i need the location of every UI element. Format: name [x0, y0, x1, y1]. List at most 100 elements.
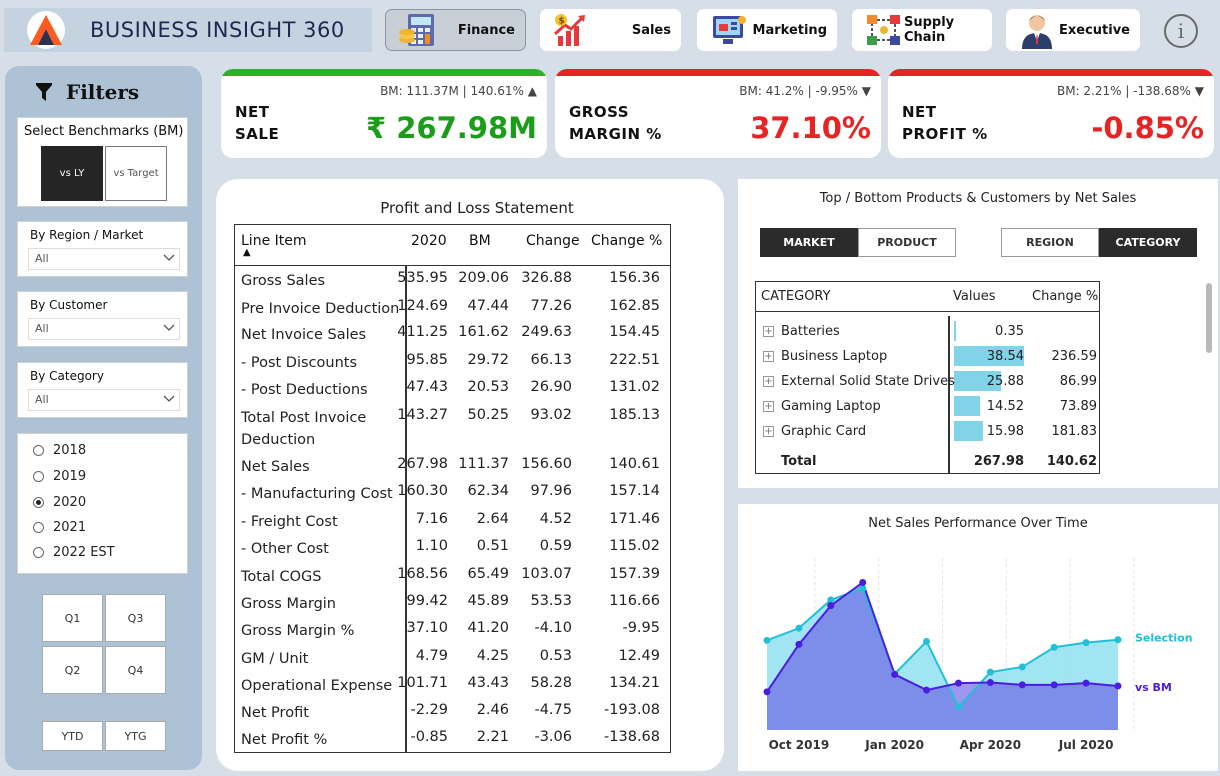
pl-cell: 111.37: [458, 456, 509, 472]
legend-vs-bm: vs BM: [1135, 681, 1172, 694]
year-option-2022-est[interactable]: 2022 EST: [33, 545, 115, 560]
info-icon[interactable]: i: [1164, 14, 1198, 48]
vs-bm-point: [795, 640, 803, 648]
chevron-down-icon: [163, 324, 175, 331]
matrix-total-value: 267.98: [973, 454, 1024, 469]
pl-cell: 77.26: [530, 298, 572, 314]
pl-cell: 267.98: [397, 456, 448, 472]
selection-point: [763, 636, 771, 644]
quarter-q1-button[interactable]: Q1: [42, 594, 103, 642]
ytd-button[interactable]: YTD: [42, 721, 103, 751]
pl-cell: 58.28: [530, 675, 572, 691]
kpi-accent-bar: [555, 69, 881, 76]
year-option-2020[interactable]: 2020: [33, 495, 86, 510]
expand-icon[interactable]: +: [763, 426, 774, 437]
radio-button: [33, 522, 44, 533]
divider: [756, 311, 1099, 312]
matrix-value: 15.98: [986, 424, 1024, 439]
matrix-scrollbar[interactable]: [1206, 283, 1212, 353]
pl-cell: -4.10: [534, 620, 572, 636]
quarter-q4-button[interactable]: Q4: [105, 646, 166, 694]
tab-supply-chain[interactable]: Supply Chain: [852, 9, 992, 51]
kpi-gross-margin-card: GROSS MARGIN % BM: 41.2% | -9.95% ▼ 37.10…: [555, 69, 881, 158]
quarter-q3-button[interactable]: Q3: [105, 594, 166, 642]
pl-cell: -2.29: [410, 702, 448, 718]
funnel-icon: [36, 83, 52, 101]
pl-cell: 103.07: [521, 566, 572, 582]
pl-cell: 4.25: [476, 648, 509, 664]
pl-cell: 326.88: [521, 270, 572, 286]
selection-point: [795, 624, 803, 632]
expand-icon[interactable]: +: [763, 326, 774, 337]
pl-header-change[interactable]: Change: [526, 233, 580, 249]
kpi-value: 37.10%: [750, 111, 871, 145]
chart-title: Net Sales Performance Over Time: [868, 516, 1088, 531]
year-option-2018[interactable]: 2018: [33, 443, 86, 458]
pl-cell: 12.49: [618, 648, 660, 664]
pl-cell: -4.75: [534, 702, 572, 718]
toggle-product[interactable]: PRODUCT: [858, 228, 956, 257]
selection-point: [986, 668, 994, 676]
matrix-header-change[interactable]: Change %: [1032, 289, 1098, 304]
vs-bm-point: [1050, 681, 1058, 689]
benchmark-vs-ly-button[interactable]: vs LY: [41, 146, 103, 201]
pl-line-item: Total Post Invoice Deduction: [241, 410, 367, 448]
svg-text:$: $: [559, 17, 565, 27]
matrix-value: 25.88: [986, 374, 1024, 389]
pl-cell: 26.90: [530, 379, 572, 395]
customer-dropdown[interactable]: All: [28, 318, 180, 340]
benchmark-vs-target-button[interactable]: vs Target: [105, 146, 167, 201]
region-market-dropdown[interactable]: All: [28, 248, 180, 270]
pl-cell: 116.66: [609, 593, 660, 609]
sort-ascending-icon: ▲: [243, 247, 251, 258]
vs-bm-point: [827, 602, 835, 610]
pl-header-year[interactable]: 2020: [411, 233, 447, 249]
matrix-header-values[interactable]: Values: [953, 289, 995, 304]
region-market-filter: By Region / Market All: [17, 221, 188, 277]
year-selector: 2018 2019 2020 2021 2022 EST: [17, 433, 188, 574]
pl-cell: -0.85: [410, 729, 448, 745]
divider: [948, 316, 950, 473]
matrix-category-name: Gaming Laptop: [781, 399, 881, 414]
year-option-2021[interactable]: 2021: [33, 520, 86, 535]
pl-cell: 157.39: [609, 566, 660, 582]
pl-line-item: Gross Sales: [241, 273, 326, 289]
toggle-market[interactable]: MARKET: [760, 228, 858, 257]
quarter-q2-button[interactable]: Q2: [42, 646, 103, 694]
tab-marketing-label: Marketing: [752, 22, 827, 38]
tab-executive[interactable]: Executive: [1006, 9, 1140, 51]
tab-finance[interactable]: Finance: [385, 9, 526, 51]
expand-icon[interactable]: +: [763, 401, 774, 412]
toggle-region[interactable]: REGION: [1001, 228, 1099, 257]
vs-bm-point: [923, 686, 931, 694]
kpi-benchmark: BM: 111.37M | 140.61% ▲: [380, 84, 537, 98]
value-bar: [954, 396, 981, 416]
pl-header-change-pct[interactable]: Change %: [591, 233, 662, 249]
kpi-accent-bar: [221, 69, 547, 76]
pl-line-item: Net Sales: [241, 459, 310, 475]
vs-bm-point: [986, 679, 994, 687]
pl-line-item: - Post Discounts: [241, 355, 357, 371]
pl-cell: 101.71: [397, 675, 448, 691]
pl-line-item: Net Profit %: [241, 732, 328, 748]
expand-icon[interactable]: +: [763, 351, 774, 362]
ytg-button[interactable]: YTG: [105, 721, 166, 751]
pl-line-item: Gross Margin: [241, 596, 336, 612]
category-dropdown[interactable]: All: [28, 389, 180, 411]
pl-header-bm[interactable]: BM: [469, 233, 491, 249]
chevron-down-icon: [163, 254, 175, 261]
year-option-2019[interactable]: 2019: [33, 469, 86, 484]
tab-sales[interactable]: $ Sales: [540, 9, 681, 51]
selection-point: [1114, 636, 1122, 644]
pl-cell: 37.10: [406, 620, 448, 636]
matrix-header-category[interactable]: CATEGORY: [761, 289, 831, 304]
pl-cell: 160.30: [397, 483, 448, 499]
pl-cell: 0.53: [539, 648, 572, 664]
toggle-category[interactable]: CATEGORY: [1099, 228, 1197, 257]
expand-icon[interactable]: +: [763, 376, 774, 387]
pl-cell: 185.13: [609, 407, 660, 423]
value-bar: [954, 321, 956, 341]
pl-cell: 140.61: [609, 456, 660, 472]
tab-marketing[interactable]: Marketing: [697, 9, 837, 51]
pl-cell: 1.10: [415, 538, 448, 554]
